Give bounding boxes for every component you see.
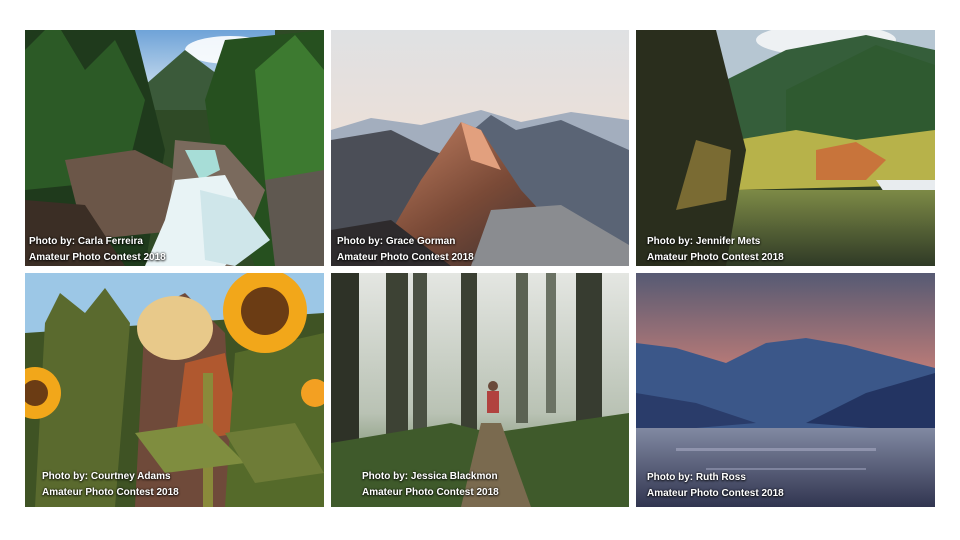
photo-waterfall-forest[interactable]: Photo by: Carla Ferreira Amateur Photo C… xyxy=(25,30,324,266)
photo-mountain-peak[interactable]: Photo by: Grace Gorman Amateur Photo Con… xyxy=(331,30,629,266)
contest-label: Amateur Photo Contest 2018 xyxy=(29,252,166,263)
contest-label: Amateur Photo Contest 2018 xyxy=(647,252,784,263)
photo-caption: Photo by: Courtney Adams Amateur Photo C… xyxy=(42,469,179,501)
photo-credit: Photo by: Courtney Adams xyxy=(42,471,171,482)
photo-credit: Photo by: Ruth Ross xyxy=(647,472,746,483)
contest-label: Amateur Photo Contest 2018 xyxy=(362,487,499,498)
photo-caption: Photo by: Jennifer Mets Amateur Photo Co… xyxy=(647,234,784,266)
photo-credit: Photo by: Jennifer Mets xyxy=(647,236,761,247)
contest-label: Amateur Photo Contest 2018 xyxy=(42,487,179,498)
photo-caption: Photo by: Ruth Ross Amateur Photo Contes… xyxy=(647,470,784,502)
photo-credit: Photo by: Carla Ferreira xyxy=(29,236,143,247)
photo-forest-trail[interactable]: Photo by: Jessica Blackmon Amateur Photo… xyxy=(331,273,629,507)
photo-caption: Photo by: Carla Ferreira Amateur Photo C… xyxy=(29,234,166,266)
photo-autumn-lake[interactable]: Photo by: Jennifer Mets Amateur Photo Co… xyxy=(636,30,935,266)
photo-sunflowers[interactable]: Photo by: Courtney Adams Amateur Photo C… xyxy=(25,273,324,507)
photo-caption: Photo by: Grace Gorman Amateur Photo Con… xyxy=(337,234,474,266)
autumn-lake-image xyxy=(636,30,935,266)
contest-label: Amateur Photo Contest 2018 xyxy=(337,252,474,263)
mountain-peak-image xyxy=(331,30,629,266)
photo-caption: Photo by: Jessica Blackmon Amateur Photo… xyxy=(362,469,499,501)
photo-credit: Photo by: Jessica Blackmon xyxy=(362,471,498,482)
waterfall-forest-image xyxy=(25,30,324,266)
contest-label: Amateur Photo Contest 2018 xyxy=(647,488,784,499)
photo-sunset-lake[interactable]: Photo by: Ruth Ross Amateur Photo Contes… xyxy=(636,273,935,507)
photo-credit: Photo by: Grace Gorman xyxy=(337,236,456,247)
